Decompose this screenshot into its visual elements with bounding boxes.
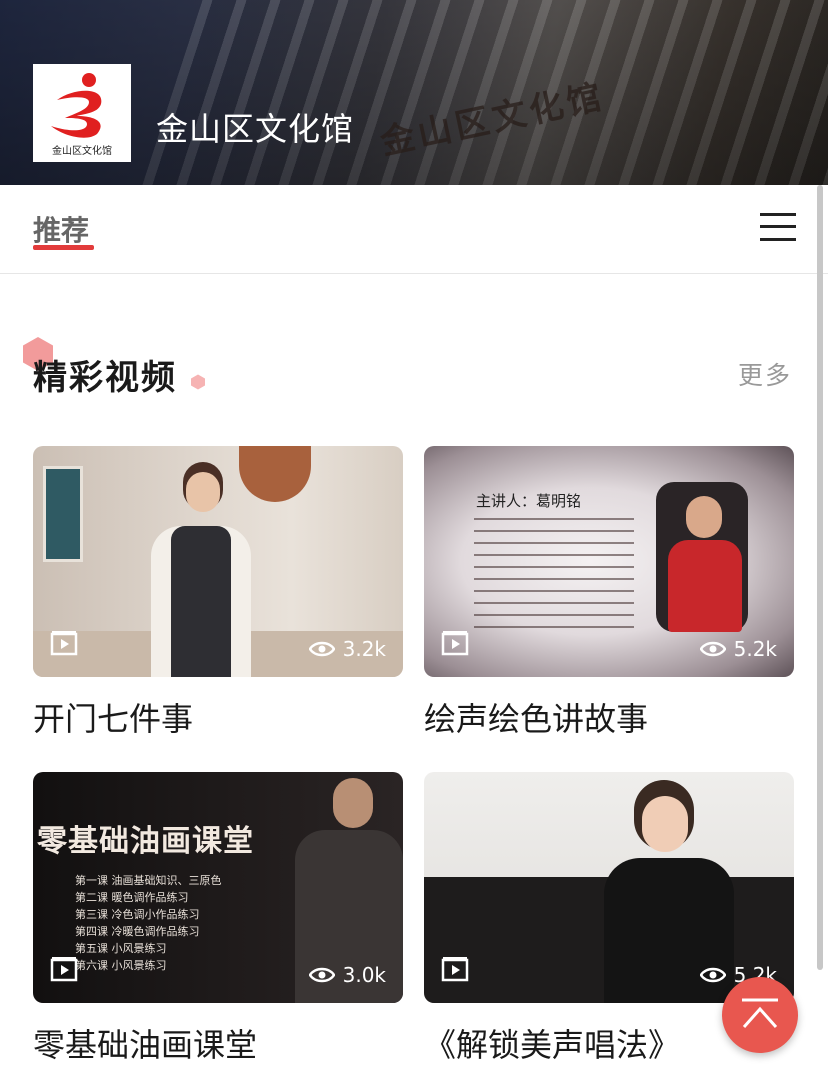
view-count: 5.2k <box>699 637 777 661</box>
logo-mark-icon <box>51 73 102 138</box>
video-title[interactable]: 《解锁美声唱法》 <box>424 1020 680 1066</box>
logo-text: 金山区文化馆 <box>52 146 112 157</box>
video-thumbnail[interactable]: 5.2k <box>424 772 794 1003</box>
eye-icon <box>699 967 726 983</box>
back-to-top-button[interactable] <box>722 977 798 1053</box>
video-icon <box>50 630 78 660</box>
back-to-top-icon <box>742 998 778 1028</box>
video-icon <box>441 630 469 660</box>
eye-icon <box>308 641 335 657</box>
hamburger-icon[interactable] <box>760 211 796 243</box>
more-link[interactable]: 更多 <box>738 356 792 392</box>
site-name: 金山区文化馆 <box>156 110 355 148</box>
active-tab-indicator <box>33 245 94 250</box>
eye-icon <box>699 641 726 657</box>
top-nav: 推荐 <box>0 185 828 274</box>
video-thumbnail[interactable]: 零基础油画课堂 第一课 油画基础知识、三原色 第二课 暖色调作品练习 第三课 冷… <box>33 772 403 1003</box>
thumb-course-title: 零基础油画课堂 <box>37 824 254 859</box>
thumb-lesson-list: 第一课 油画基础知识、三原色 第二课 暖色调作品练习 第三课 冷色调小作品练习 … <box>75 874 222 972</box>
video-title[interactable]: 开门七件事 <box>33 694 193 740</box>
video-title[interactable]: 绘声绘色讲故事 <box>424 694 648 740</box>
view-count: 3.0k <box>308 963 386 987</box>
video-icon <box>50 956 78 986</box>
tab-recommend[interactable]: 推荐 <box>33 209 89 249</box>
view-count: 3.2k <box>308 637 386 661</box>
site-logo[interactable]: 金山区文化馆 <box>33 64 131 162</box>
video-icon <box>441 956 469 986</box>
header-banner: 金山区文化馆 金山区文化馆 金山区文化馆 <box>0 0 828 185</box>
eye-icon <box>308 967 335 983</box>
video-title[interactable]: 零基础油画课堂 <box>33 1020 257 1066</box>
video-thumbnail[interactable]: 3.2k <box>33 446 403 677</box>
thumb-presenter-text: 主讲人：葛明铭 <box>476 492 582 510</box>
scrollbar[interactable] <box>817 185 823 970</box>
video-thumbnail[interactable]: 主讲人：葛明铭 5.2k <box>424 446 794 677</box>
section-title: 精彩视频 <box>33 358 177 398</box>
small-hexagon-decoration-icon <box>191 374 205 390</box>
